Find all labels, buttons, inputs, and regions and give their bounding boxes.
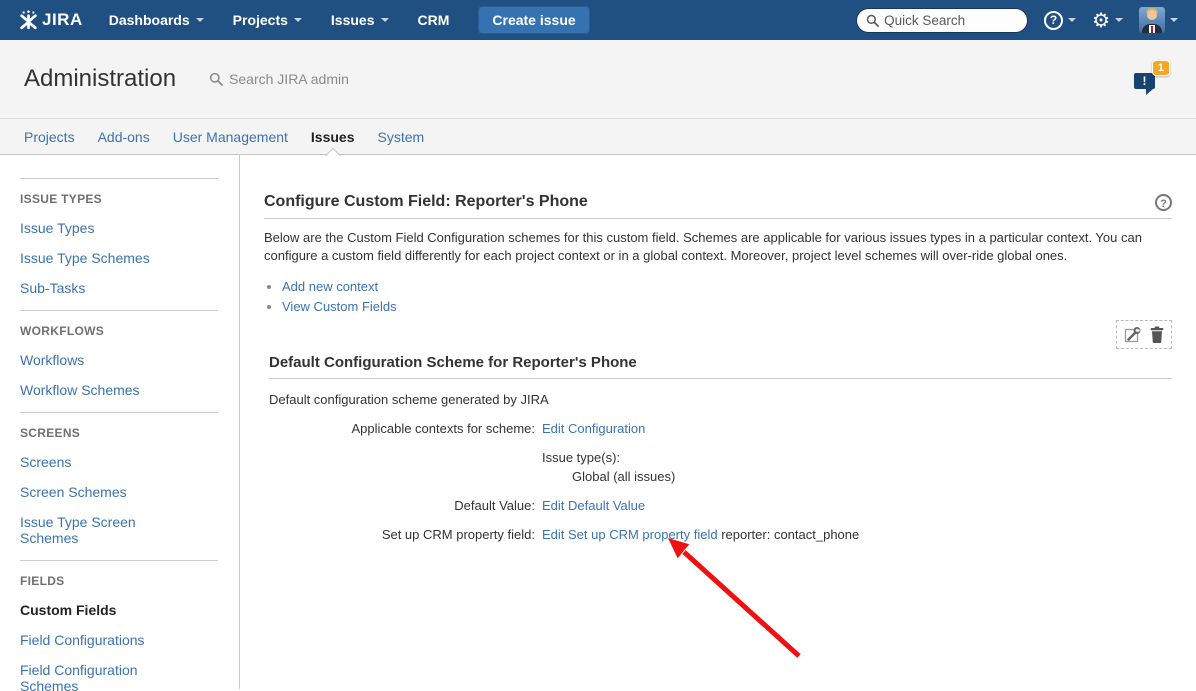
help-icon[interactable]: ?	[1155, 194, 1172, 211]
default-scheme-section: Default Configuration Scheme for Reporte…	[264, 354, 1172, 543]
admin-search-input[interactable]	[229, 71, 409, 87]
notification-count-badge: 1	[1152, 60, 1170, 76]
sidebar-section-title: SCREENS	[20, 426, 218, 440]
nav-crm[interactable]: CRM	[418, 12, 450, 28]
notification-bubble-tail	[1146, 89, 1153, 95]
create-issue-button[interactable]: Create issue	[478, 6, 589, 34]
field-label: Set up CRM property field:	[269, 527, 535, 543]
list-item: Add new context	[282, 279, 1172, 294]
sidebar-section-workflows: WORKFLOWS Workflows Workflow Schemes	[20, 310, 218, 398]
tab-system[interactable]: System	[378, 119, 425, 155]
delete-trash-icon[interactable]	[1150, 326, 1164, 343]
search-icon	[866, 14, 879, 27]
sidebar-item-issue-types[interactable]: Issue Types	[20, 220, 182, 236]
nav-projects[interactable]: Projects	[233, 12, 302, 28]
quick-search-box[interactable]	[856, 8, 1028, 33]
nav-dashboards[interactable]: Dashboards	[109, 12, 204, 28]
chevron-down-icon	[1170, 18, 1178, 22]
help-menu[interactable]: ?	[1044, 11, 1076, 30]
sidebar-item-workflow-schemes[interactable]: Workflow Schemes	[20, 382, 182, 398]
tab-projects[interactable]: Projects	[24, 119, 75, 155]
tab-addons[interactable]: Add-ons	[98, 119, 150, 155]
sidebar-item-field-configurations[interactable]: Field Configurations	[20, 632, 182, 648]
sidebar-item-workflows[interactable]: Workflows	[20, 352, 182, 368]
sidebar-item-issue-type-screen-schemes[interactable]: Issue Type Screen Schemes	[20, 514, 182, 546]
search-icon	[209, 72, 223, 86]
chevron-down-icon	[1068, 18, 1076, 22]
jira-charlie-icon	[18, 10, 39, 31]
sidebar-item-sub-tasks[interactable]: Sub-Tasks	[20, 280, 182, 296]
tab-issues[interactable]: Issues	[311, 119, 355, 155]
top-navbar: JIRA Dashboards Projects Issues CRM Crea…	[0, 0, 1196, 40]
avatar	[1139, 7, 1165, 33]
admin-sidebar: ISSUE TYPES Issue Types Issue Type Schem…	[0, 155, 240, 689]
issue-types-value: Global (all issues)	[572, 469, 675, 485]
row-crm-property-field: Set up CRM property field: Edit Set up C…	[269, 527, 1172, 543]
sidebar-section-issue-types: ISSUE TYPES Issue Types Issue Type Schem…	[20, 178, 218, 296]
sidebar-item-screen-schemes[interactable]: Screen Schemes	[20, 484, 182, 500]
sidebar-item-screens[interactable]: Screens	[20, 454, 182, 470]
edit-default-value-link[interactable]: Edit Default Value	[542, 498, 645, 513]
sidebar-section-fields: FIELDS Custom Fields Field Configuration…	[20, 560, 218, 691]
chevron-down-icon	[294, 18, 302, 22]
sidebar-item-issue-type-schemes[interactable]: Issue Type Schemes	[20, 250, 182, 266]
view-custom-fields-link[interactable]: View Custom Fields	[282, 299, 397, 314]
page-title: Administration	[24, 65, 176, 93]
nav-issues[interactable]: Issues	[331, 12, 389, 28]
action-link-list: Add new context View Custom Fields	[264, 279, 1172, 314]
chevron-down-icon	[1115, 18, 1123, 22]
main-panel: Configure Custom Field: Reporter's Phone…	[240, 155, 1196, 689]
sidebar-item-field-configuration-schemes[interactable]: Field Configuration Schemes	[20, 662, 182, 691]
row-issue-types: Issue type(s): Global (all issues)	[269, 450, 1172, 485]
sidebar-section-title: ISSUE TYPES	[20, 192, 218, 206]
tab-user-management[interactable]: User Management	[173, 119, 288, 155]
gear-icon: ⚙	[1092, 10, 1110, 30]
row-applicable-contexts: Applicable contexts for scheme: Edit Con…	[269, 421, 1172, 437]
sidebar-section-screens: SCREENS Screens Screen Schemes Issue Typ…	[20, 412, 218, 546]
user-menu[interactable]	[1139, 7, 1178, 33]
sidebar-item-custom-fields[interactable]: Custom Fields	[20, 602, 182, 618]
admin-tabbar: Projects Add-ons User Management Issues …	[0, 119, 1196, 155]
description-text: Below are the Custom Field Configuration…	[264, 229, 1172, 265]
scheme-form: Applicable contexts for scheme: Edit Con…	[269, 421, 1172, 543]
scheme-title: Default Configuration Scheme for Reporte…	[269, 354, 1172, 379]
notification-bubble: !	[1134, 73, 1155, 89]
sidebar-section-title: FIELDS	[20, 574, 218, 588]
chevron-down-icon	[196, 18, 204, 22]
help-icon: ?	[1044, 11, 1063, 30]
admin-settings-menu[interactable]: ⚙	[1092, 10, 1123, 30]
edit-configuration-link[interactable]: Edit Configuration	[542, 421, 645, 436]
jira-logo-text: JIRA	[42, 10, 83, 30]
jira-logo[interactable]: JIRA	[18, 10, 83, 31]
edit-crm-property-field-link[interactable]: Edit Set up CRM property field	[542, 527, 718, 542]
admin-search[interactable]	[209, 71, 409, 87]
notification-icon[interactable]: ! 1	[1132, 60, 1170, 98]
crm-property-value: reporter: contact_phone	[721, 527, 859, 542]
admin-header: Administration ! 1	[0, 40, 1196, 119]
configure-wrench-icon[interactable]	[1124, 326, 1141, 343]
navbar-right: ? ⚙	[856, 7, 1178, 33]
sidebar-section-title: WORKFLOWS	[20, 324, 218, 338]
page-title-row: Configure Custom Field: Reporter's Phone…	[264, 193, 1172, 219]
quick-search-input[interactable]	[884, 13, 1012, 28]
scheme-subtitle: Default configuration scheme generated b…	[269, 392, 1172, 407]
chevron-down-icon	[381, 18, 389, 22]
add-new-context-link[interactable]: Add new context	[282, 279, 378, 294]
configure-custom-field-title: Configure Custom Field: Reporter's Phone	[264, 193, 588, 211]
content: ISSUE TYPES Issue Types Issue Type Schem…	[0, 155, 1196, 689]
row-default-value: Default Value: Edit Default Value	[269, 498, 1172, 514]
field-label: Applicable contexts for scheme:	[269, 421, 535, 437]
list-item: View Custom Fields	[282, 299, 1172, 314]
scheme-actions-box	[1116, 320, 1172, 349]
issue-types-label: Issue type(s):	[542, 450, 675, 466]
field-label: Default Value:	[269, 498, 535, 514]
